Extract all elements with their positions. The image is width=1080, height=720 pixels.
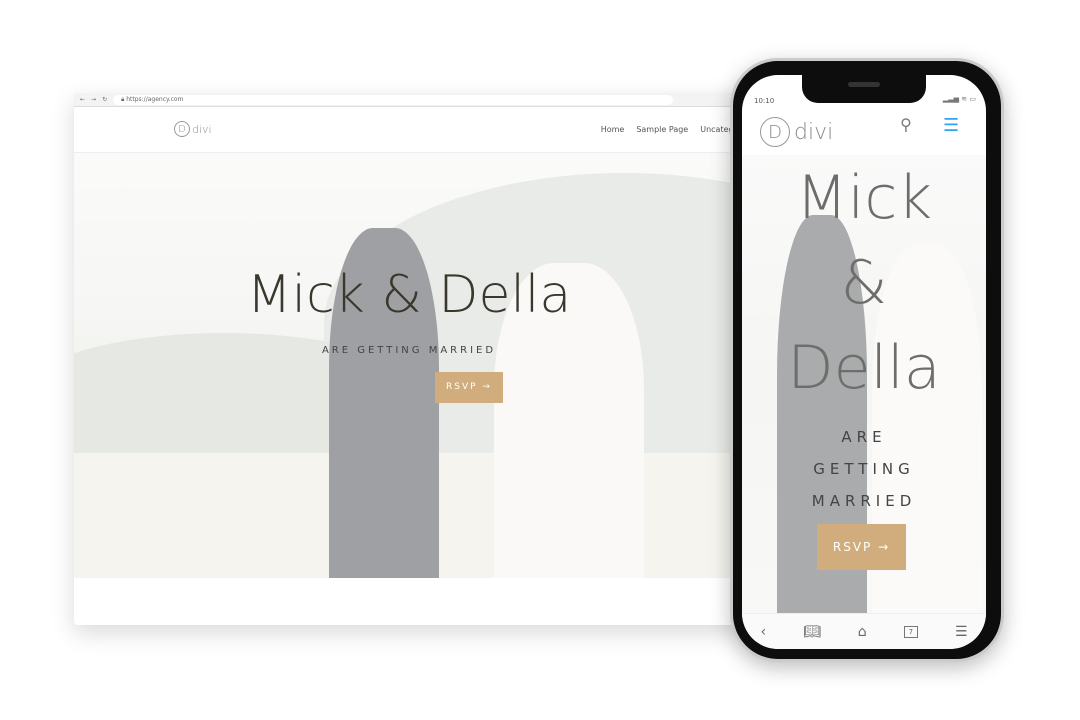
phone-mockup: 10:10 ▂▃▅ ≋ ▭ D divi ⚲ ☰ Mick & Della AR… bbox=[730, 58, 1004, 662]
forward-icon[interactable]: → bbox=[91, 96, 96, 103]
home-icon[interactable]: ⌂ bbox=[858, 624, 867, 640]
back-icon[interactable]: ← bbox=[80, 96, 85, 103]
rsvp-button[interactable]: RSVP → bbox=[435, 372, 503, 403]
wifi-icon: ≋ bbox=[961, 95, 968, 103]
hero-title: Mick & Della bbox=[246, 265, 572, 325]
search-icon[interactable]: ⚲ bbox=[900, 115, 912, 134]
url-input[interactable]: 🔒︎ https://agency.com bbox=[113, 94, 674, 105]
battery-icon: ▭ bbox=[969, 95, 976, 103]
phone-logo[interactable]: D divi bbox=[760, 117, 833, 147]
phone-hero: Mick & Della ARE GETTING MARRIED RSVP → bbox=[742, 155, 986, 613]
bookmarks-icon[interactable]: 📖︎ bbox=[803, 624, 821, 640]
notch bbox=[802, 75, 926, 103]
hamburger-menu-icon[interactable]: ☰ bbox=[943, 115, 959, 136]
site-logo[interactable]: D divi bbox=[174, 121, 212, 137]
tabs-button[interactable]: 7 bbox=[903, 625, 919, 638]
back-icon[interactable]: ‹ bbox=[760, 624, 766, 640]
phone-title-line: Della bbox=[787, 333, 941, 403]
reload-icon[interactable]: ↻ bbox=[102, 96, 107, 103]
desktop-browser-window: ← → ↻ 🔒︎ https://agency.com D divi Home … bbox=[74, 93, 744, 625]
phone-subtitle-line: GETTING bbox=[813, 460, 915, 478]
hero-section: Mick & Della ARE GETTING MARRIED RSVP → bbox=[74, 153, 744, 578]
phone-rsvp-button[interactable]: RSVP → bbox=[817, 524, 906, 570]
phone-screen: 10:10 ▂▃▅ ≋ ▭ D divi ⚲ ☰ Mick & Della AR… bbox=[742, 75, 986, 649]
signal-icon: ▂▃▅ bbox=[942, 95, 960, 103]
safari-toolbar: ‹ 📖︎ ⌂ 7 ☰ bbox=[742, 613, 986, 649]
site-header: D divi Home Sample Page Uncategori bbox=[74, 107, 744, 153]
nav-sample-page[interactable]: Sample Page bbox=[636, 125, 688, 134]
status-icons: ▂▃▅ ≋ ▭ bbox=[943, 95, 976, 103]
phone-subtitle-line: ARE bbox=[841, 428, 887, 446]
phone-title-line: Mick bbox=[795, 163, 933, 233]
speaker bbox=[848, 82, 880, 87]
nav-home[interactable]: Home bbox=[601, 125, 625, 134]
overlay bbox=[74, 153, 744, 578]
phone-title-line: & bbox=[840, 248, 888, 318]
menu-icon[interactable]: ☰ bbox=[955, 624, 968, 640]
status-time: 10:10 bbox=[754, 97, 775, 105]
phone-subtitle-line: MARRIED bbox=[811, 492, 917, 510]
main-nav: Home Sample Page Uncategori bbox=[601, 125, 744, 134]
hero-subtitle: ARE GETTING MARRIED bbox=[321, 345, 497, 356]
address-bar: ← → ↻ 🔒︎ https://agency.com bbox=[74, 93, 744, 107]
